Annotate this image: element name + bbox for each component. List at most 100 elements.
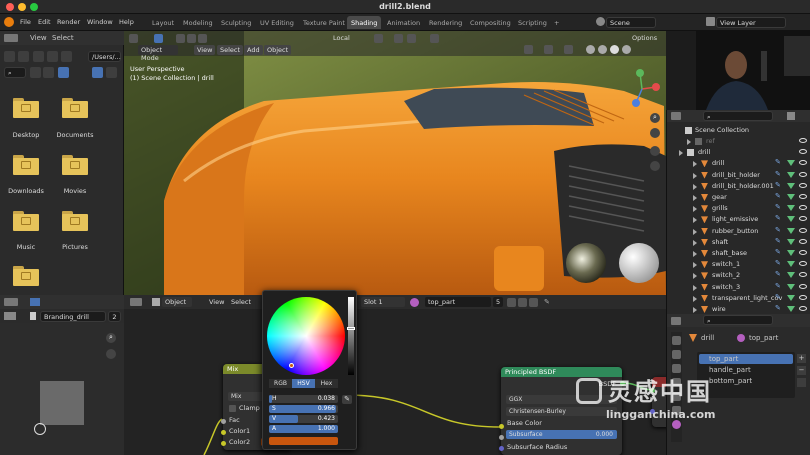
add-slot-icon[interactable]: + (797, 354, 806, 363)
render-tab-icon[interactable] (672, 350, 681, 359)
outliner-row[interactable]: switch_1 ✎ (667, 259, 810, 270)
snap-icon[interactable] (394, 34, 403, 43)
slot-specials-icon[interactable] (797, 378, 806, 387)
back-icon[interactable] (4, 51, 15, 62)
alpha-field[interactable]: A 1.000 (269, 425, 338, 433)
visibility-eye-icon[interactable] (799, 160, 807, 166)
value-slider-handle[interactable] (347, 327, 355, 330)
outliner-row[interactable]: transparent_light_cov ✎ (667, 293, 810, 304)
gizmo-icon[interactable] (544, 45, 553, 54)
visibility-icon[interactable] (524, 45, 533, 54)
tab-shading[interactable]: Shading (347, 16, 382, 29)
expand-arrow-icon[interactable] (693, 307, 697, 313)
tab-texture-paint[interactable]: Texture Paint (299, 16, 349, 29)
blender-logo-icon[interactable] (4, 17, 14, 27)
folder-movies-label[interactable]: Movies (51, 187, 99, 195)
menu-icon[interactable] (4, 312, 16, 320)
image-canvas[interactable] (0, 323, 124, 455)
outliner-row[interactable]: shaft_base ✎ (667, 248, 810, 259)
outliner-search-input[interactable]: ⌕ (703, 111, 773, 121)
zoom-icon[interactable]: ⌕ (106, 333, 116, 343)
expand-arrow-icon[interactable] (693, 195, 697, 201)
outliner-row[interactable]: shaft ✎ (667, 237, 810, 248)
snap-options-icon[interactable] (407, 34, 416, 43)
value-slider[interactable] (347, 297, 355, 375)
clamp-checkbox[interactable] (229, 405, 236, 412)
editor-type-icon[interactable] (671, 112, 681, 120)
navigation-gizmo[interactable] (622, 67, 662, 111)
visibility-eye-icon[interactable] (799, 182, 807, 188)
tab-compositing[interactable]: Compositing (466, 16, 515, 29)
options-dropdown[interactable]: Options (629, 33, 660, 43)
outliner-row[interactable]: grills ✎ (667, 203, 810, 214)
outliner-row[interactable]: switch_2 ✎ (667, 270, 810, 281)
expand-arrow-icon[interactable] (693, 295, 697, 302)
visibility-eye-icon[interactable] (799, 149, 807, 155)
folder-downloads-label[interactable]: Downloads (2, 187, 50, 195)
folder-icon[interactable] (13, 266, 39, 286)
expand-arrow-icon[interactable] (687, 139, 691, 145)
value-field[interactable]: V 0.423 (269, 415, 338, 423)
outliner-row[interactable]: light_emissive ✎ (667, 214, 810, 225)
visibility-eye-icon[interactable] (799, 306, 807, 311)
visibility-eye-icon[interactable] (799, 238, 807, 244)
file-menu-view[interactable]: View (30, 34, 47, 42)
outliner-row[interactable]: gear ✎ (667, 192, 810, 203)
tab-sculpting[interactable]: Sculpting (217, 16, 255, 29)
material-slot-0[interactable]: top_part (709, 355, 738, 363)
visibility-eye-icon[interactable] (799, 138, 807, 143)
hue-field[interactable]: H 0.038 (269, 395, 338, 403)
outliner-row[interactable]: drill ✎ (667, 158, 810, 169)
tab-animation[interactable]: Animation (383, 16, 424, 29)
filter-icon[interactable] (787, 112, 795, 120)
menu-edit[interactable]: Edit (38, 18, 51, 26)
outliner-row-scene-collection[interactable]: Scene Collection (667, 125, 810, 136)
select-circle-icon[interactable] (187, 34, 196, 43)
file-menu-select[interactable]: Select (52, 34, 74, 42)
viewport-menu-add[interactable]: Add (244, 45, 263, 55)
shading-material-icon[interactable] (610, 45, 619, 54)
color2-input-socket[interactable] (221, 441, 226, 446)
folder-icon[interactable] (62, 98, 88, 118)
folder-icon[interactable] (13, 98, 39, 118)
transform-orientation-dropdown[interactable]: Local (330, 33, 353, 43)
overlay-icon[interactable] (564, 45, 573, 54)
parent-folder-icon[interactable] (33, 51, 44, 62)
expand-arrow-icon[interactable] (693, 183, 697, 190)
visibility-eye-icon[interactable] (799, 272, 807, 278)
folder-icon[interactable] (13, 211, 39, 231)
expand-arrow-icon[interactable] (693, 206, 697, 213)
editor-type-icon[interactable] (129, 34, 138, 43)
new-folder-icon[interactable] (61, 51, 72, 62)
tab-rendering[interactable]: Rendering (425, 16, 466, 29)
expand-arrow-icon[interactable] (693, 228, 697, 235)
2d-cursor-icon[interactable] (34, 423, 46, 435)
eyedropper-icon[interactable]: ✎ (342, 395, 352, 404)
menu-render[interactable]: Render (57, 18, 80, 26)
editor-type-icon[interactable] (671, 317, 681, 325)
hand-pan-icon[interactable] (650, 128, 660, 138)
shading-wireframe-icon[interactable] (586, 45, 595, 54)
view-mode-icon[interactable] (30, 298, 40, 306)
path-field[interactable]: /Users/... (88, 51, 121, 62)
display-horizontal-icon[interactable] (43, 67, 54, 78)
visibility-eye-icon[interactable] (799, 294, 807, 300)
folder-icon[interactable] (62, 155, 88, 175)
visibility-eye-icon[interactable] (799, 227, 807, 233)
color-wheel[interactable] (267, 297, 345, 375)
folder-documents-label[interactable]: Documents (51, 131, 99, 139)
pivot-icon[interactable] (374, 34, 383, 43)
expand-arrow-icon[interactable] (693, 217, 697, 224)
tab-modeling[interactable]: Modeling (179, 16, 217, 29)
visibility-eye-icon[interactable] (799, 194, 807, 199)
filter-options-icon[interactable] (106, 67, 117, 78)
visibility-eye-icon[interactable] (799, 205, 807, 211)
visibility-eye-icon[interactable] (799, 261, 807, 267)
saturation-field[interactable]: S 0.966 (269, 405, 338, 413)
subsurface-input-socket[interactable] (499, 435, 504, 440)
editor-type-icon[interactable] (4, 298, 18, 306)
refresh-icon[interactable] (47, 51, 58, 62)
perspective-toggle-icon[interactable] (650, 161, 660, 171)
zoom-icon[interactable]: ⌕ (650, 113, 660, 123)
menu-help[interactable]: Help (119, 18, 134, 26)
